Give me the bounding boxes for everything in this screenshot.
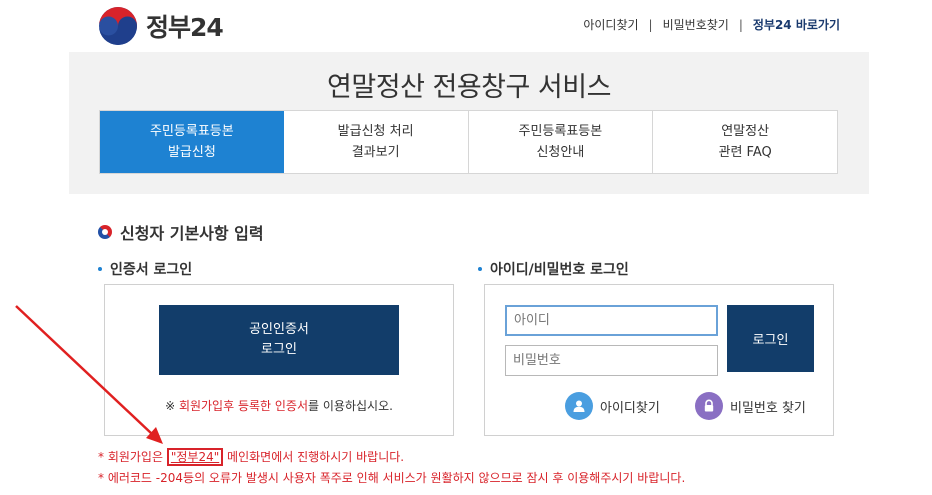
tab-label-line1: 주민등록표등본 bbox=[150, 124, 234, 139]
notice-1-suffix: 메인화면에서 진행하시기 바랍니다. bbox=[223, 450, 405, 464]
brand-name: 정부24 bbox=[146, 13, 224, 42]
cert-note-suffix: 를 이용하십시오. bbox=[308, 399, 393, 413]
taegeuk-logo-icon bbox=[99, 7, 137, 45]
notice-1-prefix: * 회원가입은 bbox=[98, 450, 167, 464]
id-login-title: 아이디/비밀번호 로그인 bbox=[490, 262, 629, 278]
dot-bullet-icon bbox=[98, 267, 102, 271]
gov24-main-link[interactable]: "정부24" bbox=[166, 448, 224, 466]
cert-button-line2: 로그인 bbox=[261, 342, 297, 357]
notice-text: * 회원가입은 "정부24" 메인화면에서 진행하시기 바랍니다. * 에러코드… bbox=[98, 447, 685, 489]
cert-login-button[interactable]: 공인인증서 로그인 bbox=[159, 305, 399, 375]
section-title-text: 신청자 기본사항 입력 bbox=[120, 224, 264, 243]
find-password-label: 비밀번호 찾기 bbox=[730, 400, 806, 416]
page-title: 연말정산 전용창구 서비스 bbox=[327, 72, 611, 103]
find-id-label: 아이디찾기 bbox=[600, 400, 660, 416]
cert-login-panel: 공인인증서 로그인 ※ 회원가입후 등록한 인증서를 이용하십시오. bbox=[104, 284, 454, 436]
tab-faq[interactable]: 연말정산 관련 FAQ bbox=[653, 111, 837, 173]
find-password-link[interactable]: 비밀번호찾기 bbox=[663, 16, 729, 33]
cert-login-title: 인증서 로그인 bbox=[110, 262, 193, 278]
divider: | bbox=[648, 17, 653, 32]
divider: | bbox=[738, 17, 743, 32]
gov24-logo[interactable]: 정부24 bbox=[98, 6, 224, 46]
tab-apply-result[interactable]: 발급신청 처리 결과보기 bbox=[284, 111, 469, 173]
go-gov24-link[interactable]: 정부24 바로가기 bbox=[753, 16, 840, 33]
top-links: 아이디찾기 | 비밀번호찾기 | 정부24 바로가기 bbox=[583, 16, 840, 33]
notice-line-1: * 회원가입은 "정부24" 메인화면에서 진행하시기 바랍니다. bbox=[98, 447, 685, 468]
login-button[interactable]: 로그인 bbox=[727, 305, 814, 372]
tab-label-line2: 신청안내 bbox=[536, 145, 585, 160]
tab-label-line2: 발급신청 bbox=[167, 145, 216, 160]
tab-label-line1: 주민등록표등본 bbox=[518, 124, 603, 139]
notice-line-2: * 에러코드 -204등의 오류가 발생시 사용자 폭주로 인해 서비스가 원활… bbox=[98, 471, 686, 485]
find-id-link[interactable]: 아이디찾기 bbox=[583, 16, 638, 33]
service-tabs: 주민등록표등본 발급신청 발급신청 처리 결과보기 주민등록표등본 신청안내 연… bbox=[99, 110, 838, 174]
id-input[interactable] bbox=[505, 305, 718, 336]
tab-label-line2: 관련 FAQ bbox=[718, 145, 772, 160]
password-input[interactable] bbox=[505, 345, 718, 376]
id-login-heading: 아이디/비밀번호 로그인 bbox=[478, 259, 629, 279]
cert-button-line1: 공인인증서 bbox=[249, 322, 309, 337]
user-icon bbox=[565, 392, 593, 420]
tab-label-line2: 결과보기 bbox=[351, 145, 400, 160]
dot-bullet-icon bbox=[478, 267, 482, 271]
cert-note: ※ 회원가입후 등록한 인증서를 이용하십시오. bbox=[105, 397, 453, 414]
find-password-button[interactable]: 비밀번호 찾기 bbox=[695, 392, 806, 420]
cert-login-heading: 인증서 로그인 bbox=[98, 259, 192, 279]
lock-icon bbox=[695, 392, 723, 420]
id-login-panel: 로그인 아이디찾기 비밀번호 찾기 bbox=[484, 284, 834, 436]
tab-label-line1: 발급신청 처리 bbox=[337, 124, 414, 139]
tab-apply-guide[interactable]: 주민등록표등본 신청안내 bbox=[469, 111, 654, 173]
ring-bullet-icon bbox=[98, 225, 112, 239]
cert-note-highlight: 회원가입후 등록한 인증서 bbox=[178, 399, 309, 413]
note-mark: ※ bbox=[165, 399, 179, 413]
section-heading: 신청자 기본사항 입력 bbox=[98, 220, 264, 244]
find-id-button[interactable]: 아이디찾기 bbox=[565, 392, 660, 420]
tab-certificate-apply[interactable]: 주민등록표등본 발급신청 bbox=[100, 111, 284, 173]
hero-banner: 연말정산 전용창구 서비스 주민등록표등본 발급신청 발급신청 처리 결과보기 … bbox=[69, 52, 869, 194]
tab-label-line1: 연말정산 bbox=[721, 124, 770, 139]
